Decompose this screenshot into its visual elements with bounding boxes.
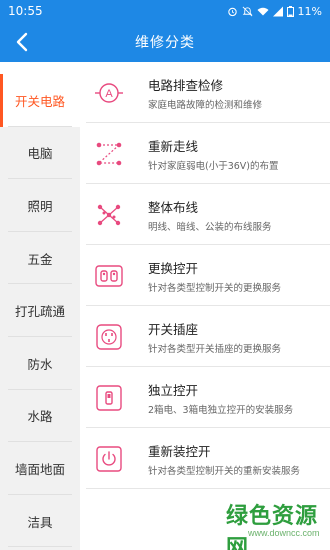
service-list: A 电路排查检修 家庭电路故障的检测和维修 重新走线 针对家庭弱电(小于36V)… <box>80 62 330 550</box>
status-icons: 11% <box>227 5 322 18</box>
sidebar-item-label: 电脑 <box>27 146 53 162</box>
watermark-logo: 绿色资源网 <box>226 503 319 550</box>
sidebar-item-label: 墙面地面 <box>14 461 65 477</box>
service-item-full-wiring[interactable]: 整体布线 明线、暗线、公装的布线服务 <box>80 184 330 245</box>
battery-level: 11% <box>297 4 322 18</box>
power-switch-icon <box>92 442 126 476</box>
service-title: 电路排查检修 <box>148 77 224 93</box>
service-desc: 针对家庭弱电(小于36V)的布置 <box>148 160 279 172</box>
service-item-socket[interactable]: 开关插座 针对各类型开关插座的更换服务 <box>80 306 330 367</box>
sidebar-item-label: 水路 <box>27 409 53 425</box>
status-bar: 10:55 11% <box>0 0 330 22</box>
service-title: 开关插座 <box>148 321 199 337</box>
sidebar-item-lighting[interactable]: 照明 <box>0 179 80 232</box>
switch-replace-icon <box>92 259 126 293</box>
service-item-replace-switch[interactable]: 更换控开 针对各类型控制开关的更换服务 <box>80 245 330 306</box>
service-desc: 针对各类型控制开关的重新安装服务 <box>148 465 301 477</box>
sidebar-item-switch-circuit[interactable]: 开关电路 <box>0 74 80 127</box>
socket-icon <box>92 320 126 354</box>
category-sidebar: 开关电路 电脑 照明 五金 打孔疏通 防水 水路 墙面地面 洁具 <box>0 74 80 550</box>
service-desc: 针对各类型开关插座的更换服务 <box>148 343 282 355</box>
status-time: 10:55 <box>8 4 43 18</box>
single-switch-icon <box>92 381 126 415</box>
service-desc: 明线、暗线、公装的布线服务 <box>148 221 272 233</box>
sidebar-item-plumbing[interactable]: 水路 <box>0 390 80 443</box>
sidebar-item-wall-floor[interactable]: 墙面地面 <box>0 442 80 495</box>
sidebar-item-label: 开关电路 <box>14 93 65 109</box>
sidebar-item-sanitary[interactable]: 洁具 <box>0 495 80 548</box>
alarm-icon <box>227 7 237 16</box>
sidebar-item-label: 防水 <box>27 356 53 372</box>
page-title: 维修分类 <box>135 35 195 51</box>
service-desc: 2箱电、3箱电独立控开的安装服务 <box>148 404 294 416</box>
wiring-network-icon <box>92 198 126 232</box>
watermark-url: www.downcc.com <box>248 528 320 538</box>
app-bar: 维修分类 <box>0 22 330 62</box>
battery-icon <box>286 5 294 17</box>
service-title: 整体布线 <box>148 199 199 215</box>
rewire-icon <box>92 137 126 171</box>
signal-icon <box>272 6 283 16</box>
sidebar-item-hardware[interactable]: 五金 <box>0 232 80 285</box>
sidebar-item-label: 洁具 <box>27 514 53 530</box>
service-item-independent-switch[interactable]: 独立控开 2箱电、3箱电独立控开的安装服务 <box>80 367 330 428</box>
service-title: 重新走线 <box>148 138 199 154</box>
sidebar-item-drilling[interactable]: 打孔疏通 <box>0 284 80 337</box>
svg-text:A: A <box>105 88 113 100</box>
sidebar-item-label: 照明 <box>27 198 53 214</box>
back-button[interactable] <box>10 30 34 54</box>
sidebar-item-label: 打孔疏通 <box>14 304 65 320</box>
back-arrow-icon <box>16 32 28 52</box>
service-item-reinstall-switch[interactable]: 重新装控开 针对各类型控制开关的重新安装服务 <box>80 428 330 489</box>
sidebar-item-waterproof[interactable]: 防水 <box>0 337 80 390</box>
service-title: 更换控开 <box>148 260 199 276</box>
service-desc: 针对各类型控制开关的更换服务 <box>148 282 282 294</box>
wifi-icon <box>257 7 269 15</box>
circuit-a-icon: A <box>92 76 126 110</box>
service-item-circuit-repair[interactable]: A 电路排查检修 家庭电路故障的检测和维修 <box>80 62 330 123</box>
service-title: 独立控开 <box>148 382 199 398</box>
sidebar-item-label: 五金 <box>27 251 53 267</box>
service-item-rewire[interactable]: 重新走线 针对家庭弱电(小于36V)的布置 <box>80 123 330 184</box>
service-title: 重新装控开 <box>148 443 211 459</box>
sidebar-item-computer[interactable]: 电脑 <box>0 127 80 180</box>
mute-icon <box>242 6 252 16</box>
service-desc: 家庭电路故障的检测和维修 <box>148 99 263 111</box>
